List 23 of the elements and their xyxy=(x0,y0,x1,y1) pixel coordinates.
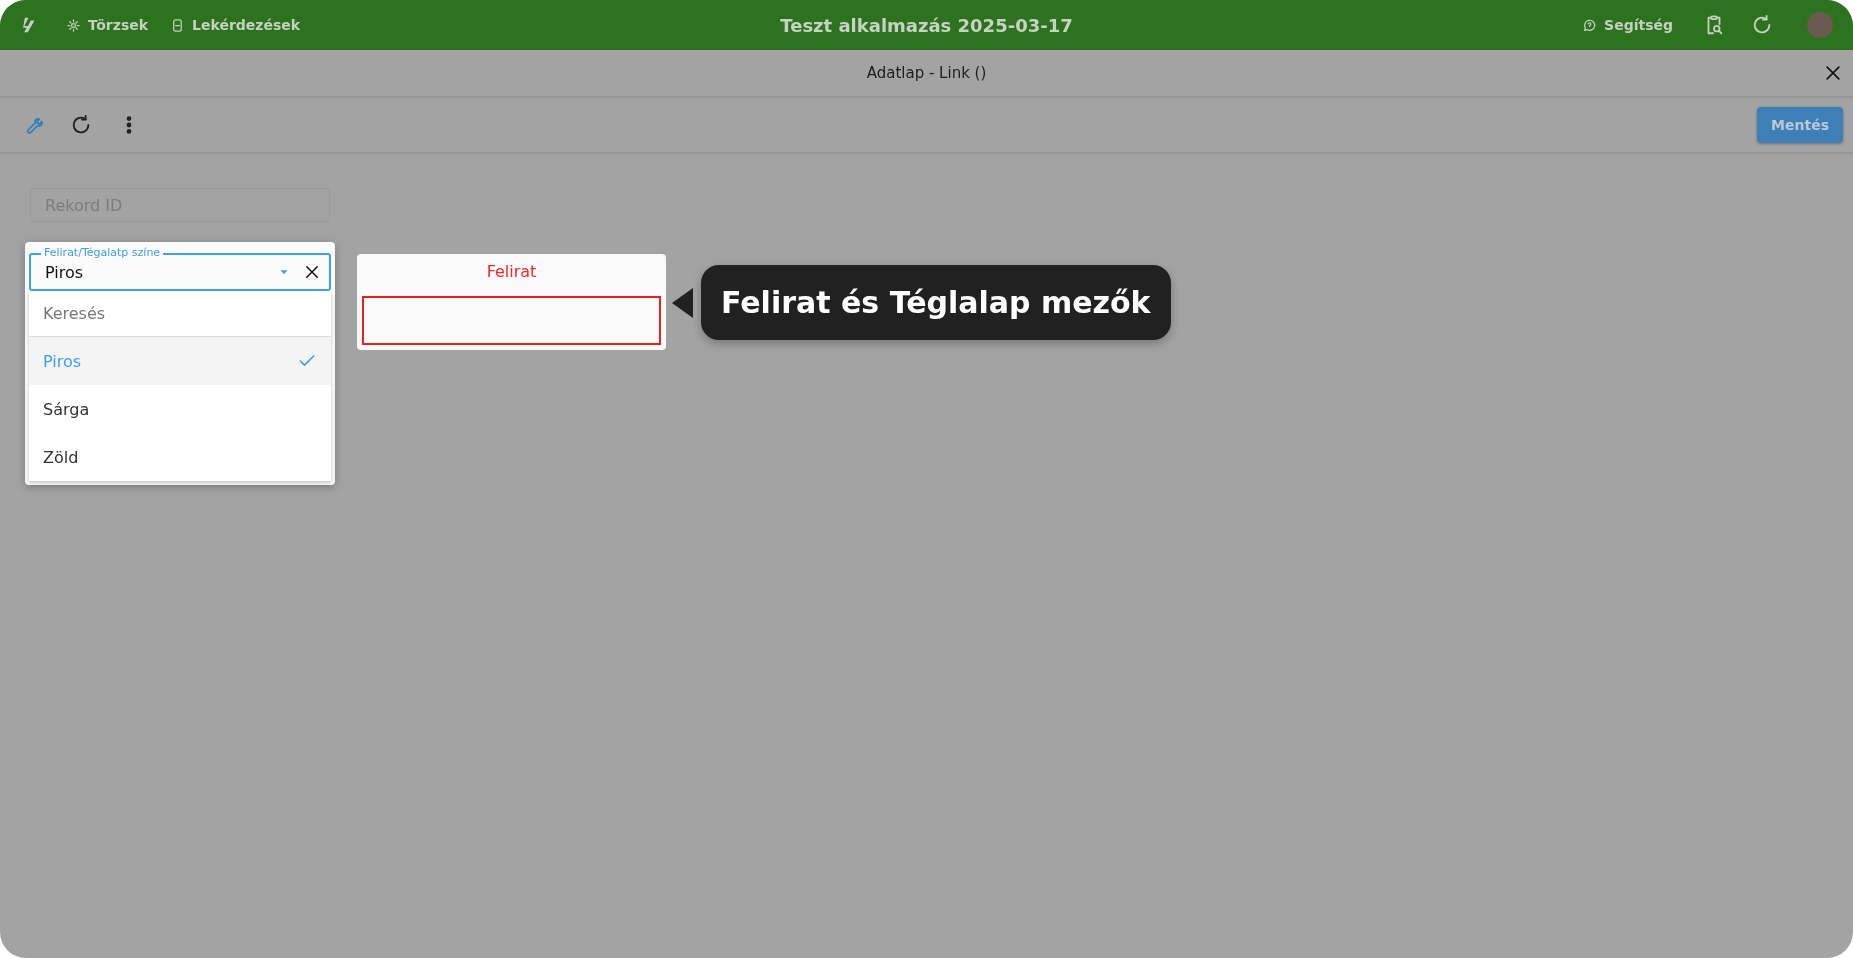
app-title: Teszt alkalmazás 2025-03-17 xyxy=(780,14,1073,36)
select-field[interactable]: Felirat/Tégalatp színe Piros xyxy=(29,246,331,291)
close-icon[interactable] xyxy=(1823,63,1843,83)
clear-icon[interactable] xyxy=(303,263,321,281)
select-value: Piros xyxy=(45,262,85,282)
tooltip: Felirat és Téglalap mezők xyxy=(701,265,1171,340)
dialog-title: Adatlap - Link () xyxy=(866,64,987,82)
help-icon xyxy=(1582,17,1598,33)
refresh-icon[interactable] xyxy=(70,114,92,136)
search-field[interactable]: Keresés xyxy=(29,291,331,337)
option-label: Sárga xyxy=(43,399,90,419)
option-label: Piros xyxy=(43,351,82,371)
help-link[interactable]: Segítség xyxy=(1578,13,1677,37)
nav-link[interactable]: Lekérdezések xyxy=(166,13,305,37)
nav-link[interactable]: Törzsek xyxy=(62,13,153,37)
field-label: Felirat/Tégalatp színe xyxy=(41,246,164,260)
dropdown-option[interactable]: Sárga xyxy=(29,385,331,433)
dropdown-option[interactable]: Piros xyxy=(29,337,331,385)
dropdown-option[interactable]: Zöld xyxy=(29,433,331,481)
save-button[interactable]: Mentés xyxy=(1757,107,1843,143)
refresh-icon[interactable] xyxy=(1751,14,1773,36)
option-label: Zöld xyxy=(43,447,79,467)
caption-label: Felirat xyxy=(485,261,538,283)
